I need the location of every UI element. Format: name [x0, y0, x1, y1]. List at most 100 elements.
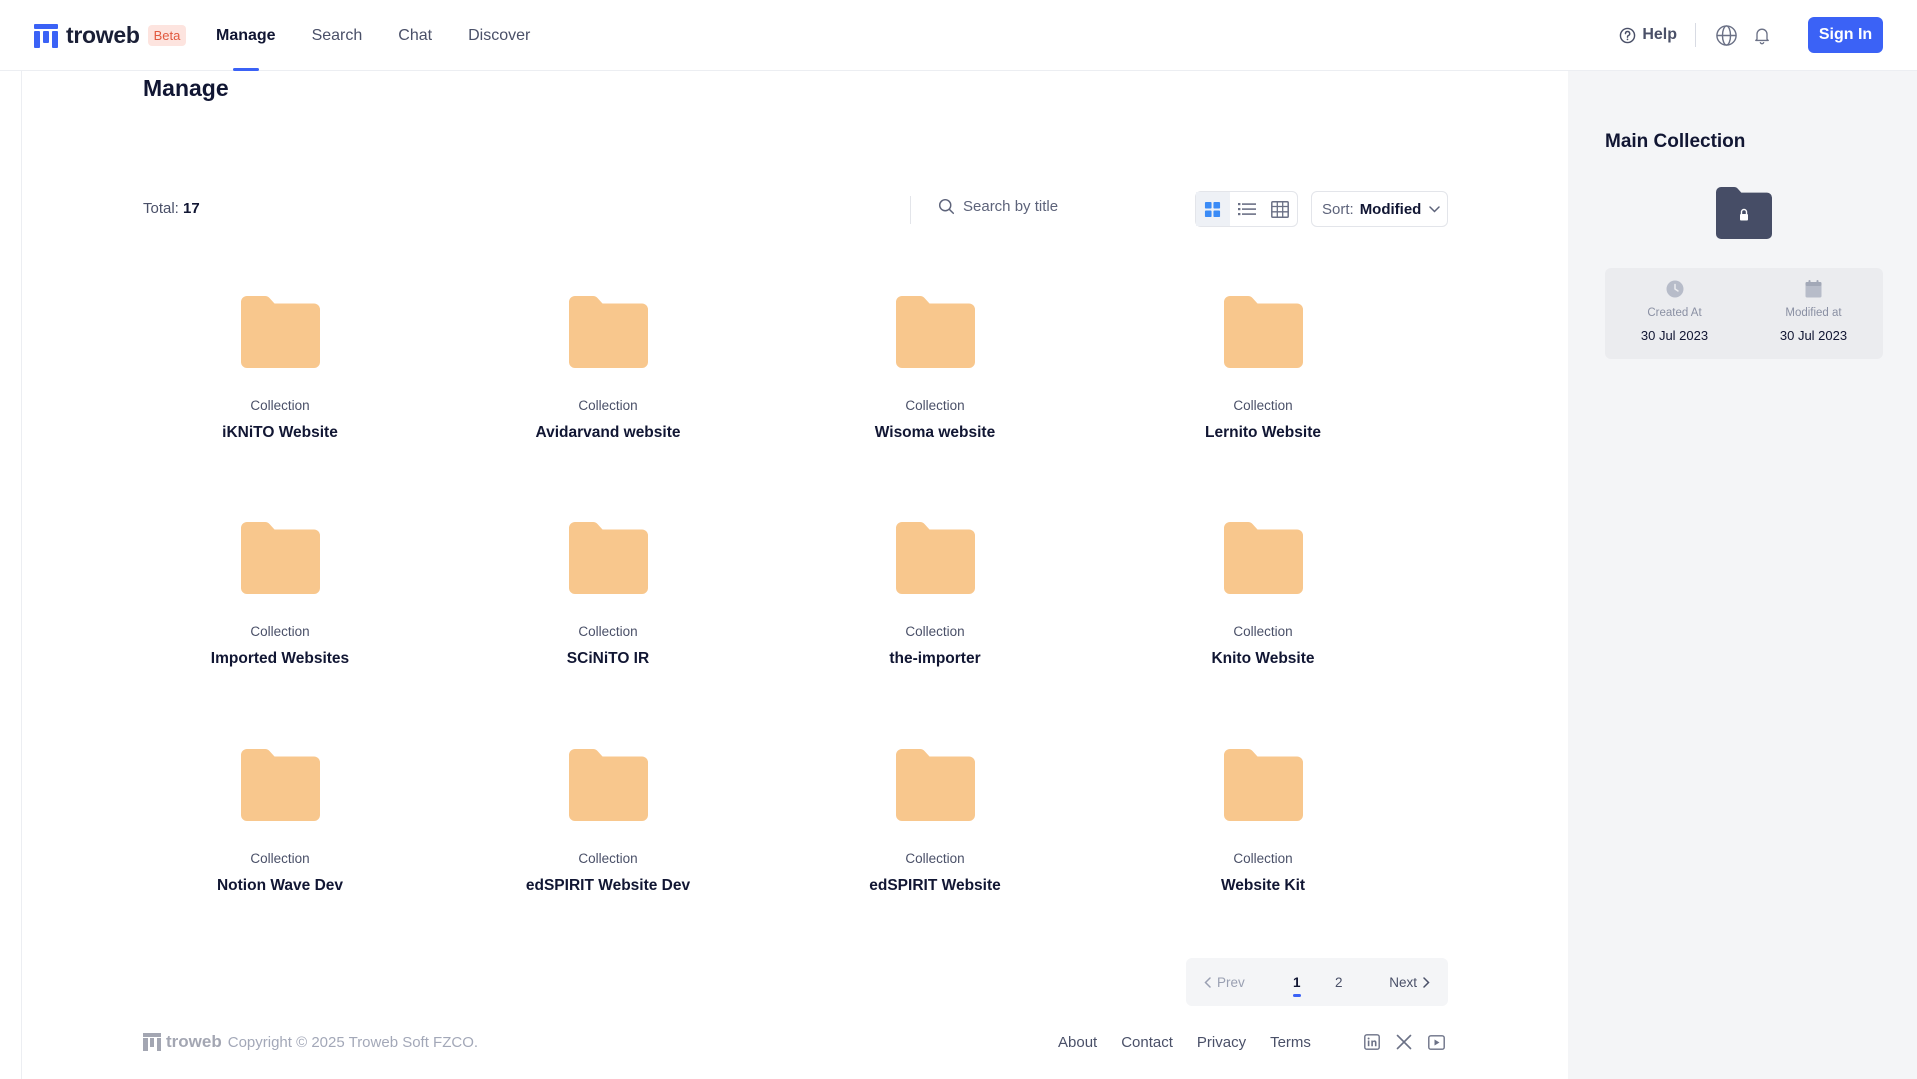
table-view-button[interactable]: [1263, 192, 1297, 226]
nav-chat[interactable]: Chat: [398, 0, 432, 71]
collection-card[interactable]: Collection Wisoma website: [798, 282, 1072, 452]
card-type: Collection: [578, 851, 638, 866]
total-value: 17: [183, 200, 200, 217]
help-label: Help: [1642, 26, 1677, 43]
collection-card[interactable]: Collection Knito Website: [1126, 508, 1400, 678]
clock-icon: [1666, 280, 1683, 298]
troweb-logo-icon: [143, 1033, 161, 1051]
table-view-icon: [1271, 200, 1290, 218]
footer-link-about[interactable]: About: [1058, 1034, 1097, 1051]
help-button[interactable]: Help: [1619, 26, 1677, 44]
collection-card[interactable]: Collection the-importer: [798, 508, 1072, 678]
card-title: Lernito Website: [1205, 424, 1321, 441]
pagination: Prev 1 2 Next: [1186, 958, 1448, 1006]
collection-card[interactable]: Collection Imported Websites: [143, 508, 417, 678]
card-title: SCiNiTO IR: [566, 650, 650, 667]
folder-icon: [895, 748, 975, 821]
card-type: Collection: [1233, 624, 1293, 639]
youtube-icon[interactable]: [1427, 1033, 1445, 1051]
main-nav: Manage Search Chat Discover: [216, 0, 566, 71]
panel-title: Main Collection: [1605, 131, 1746, 152]
collection-card[interactable]: Collection SCiNiTO IR: [471, 508, 745, 678]
troweb-logo-icon: [34, 23, 58, 48]
folder-icon: [240, 521, 320, 594]
nav-manage[interactable]: Manage: [216, 0, 276, 71]
globe-icon: [1715, 24, 1737, 46]
search-box[interactable]: [938, 198, 1113, 215]
card-type: Collection: [250, 398, 310, 413]
card-title: the-importer: [889, 650, 981, 667]
collection-card[interactable]: Collection iKNiTO Website: [143, 282, 417, 452]
calendar-icon: [1805, 280, 1822, 298]
sort-label: Sort:: [1322, 200, 1354, 218]
folder-icon: [1223, 748, 1303, 821]
top-navbar: troweb Beta Manage Search Chat Discover …: [0, 0, 1917, 71]
card-type: Collection: [250, 851, 310, 866]
card-type: Collection: [1233, 398, 1293, 413]
beta-badge: Beta: [147, 25, 187, 46]
folder-icon: [1223, 521, 1303, 594]
grid-view-button[interactable]: [1196, 192, 1230, 226]
folder-icon: [895, 521, 975, 594]
language-button[interactable]: [1714, 23, 1738, 47]
nav-search[interactable]: Search: [312, 0, 363, 71]
folder-icon: [568, 295, 648, 368]
nav-discover[interactable]: Discover: [468, 0, 530, 71]
list-view-icon: [1237, 203, 1256, 216]
toolbar-divider: [910, 196, 911, 224]
header-actions: Help Sign In: [1619, 17, 1883, 53]
collection-card[interactable]: Collection Lernito Website: [1126, 282, 1400, 452]
collection-card[interactable]: Collection edSPIRIT Website: [798, 735, 1072, 905]
collection-card[interactable]: Collection Notion Wave Dev: [143, 735, 417, 905]
social-links: [1363, 1033, 1459, 1051]
card-type: Collection: [578, 398, 638, 413]
footer-link-contact[interactable]: Contact: [1121, 1034, 1173, 1051]
collection-card[interactable]: Collection edSPIRIT Website Dev: [471, 735, 745, 905]
footer: troweb Copyright © 2025 Troweb Soft FZCO…: [143, 1030, 1453, 1054]
folder-icon: [240, 295, 320, 368]
help-circle-icon: [1620, 27, 1636, 43]
card-type: Collection: [905, 624, 965, 639]
card-title: Website Kit: [1220, 877, 1306, 894]
folder-icon: [895, 295, 975, 368]
prev-page-button[interactable]: Prev: [1204, 975, 1245, 990]
prev-label: Prev: [1217, 974, 1245, 990]
page-1-button[interactable]: 1: [1293, 975, 1301, 997]
footer-logo[interactable]: troweb: [143, 1032, 222, 1052]
search-input[interactable]: [963, 198, 1113, 215]
notifications-button[interactable]: [1750, 23, 1774, 47]
grid-view-icon: [1205, 201, 1221, 217]
brand-name: troweb: [66, 22, 140, 48]
linkedin-icon[interactable]: [1363, 1033, 1381, 1051]
next-page-button[interactable]: Next: [1389, 975, 1430, 990]
created-at: Created At 30 Jul 2023: [1605, 280, 1744, 343]
card-type: Collection: [905, 851, 965, 866]
total-count: Total: 17: [143, 200, 200, 217]
collection-card[interactable]: Collection Website Kit: [1126, 735, 1400, 905]
card-title: edSPIRIT Website: [869, 877, 1001, 894]
brand-logo[interactable]: troweb Beta: [34, 22, 187, 49]
card-title: Avidarvand website: [535, 424, 681, 441]
locked-folder-icon: [1716, 186, 1772, 239]
footer-link-terms[interactable]: Terms: [1270, 1034, 1311, 1051]
page-2-button[interactable]: 2: [1335, 975, 1343, 990]
sign-in-button[interactable]: Sign In: [1808, 17, 1883, 53]
card-type: Collection: [578, 624, 638, 639]
view-mode-toggle: [1195, 191, 1298, 227]
card-title: Knito Website: [1211, 650, 1315, 667]
folder-icon: [568, 521, 648, 594]
list-view-button[interactable]: [1230, 192, 1264, 226]
card-title: Imported Websites: [210, 650, 350, 667]
card-type: Collection: [905, 398, 965, 413]
header-divider: [1695, 23, 1696, 47]
modified-value: 30 Jul 2023: [1779, 328, 1848, 343]
footer-links: About Contact Privacy Terms: [1058, 1034, 1335, 1051]
copyright-text: Copyright © 2025 Troweb Soft FZCO.: [227, 1033, 479, 1051]
x-icon[interactable]: [1395, 1033, 1413, 1051]
chevron-down-icon: [1429, 205, 1441, 213]
card-type: Collection: [250, 624, 310, 639]
collection-card[interactable]: Collection Avidarvand website: [471, 282, 745, 452]
sort-dropdown[interactable]: Sort: Modified: [1311, 191, 1448, 227]
footer-link-privacy[interactable]: Privacy: [1197, 1034, 1246, 1051]
folder-icon: [240, 748, 320, 821]
